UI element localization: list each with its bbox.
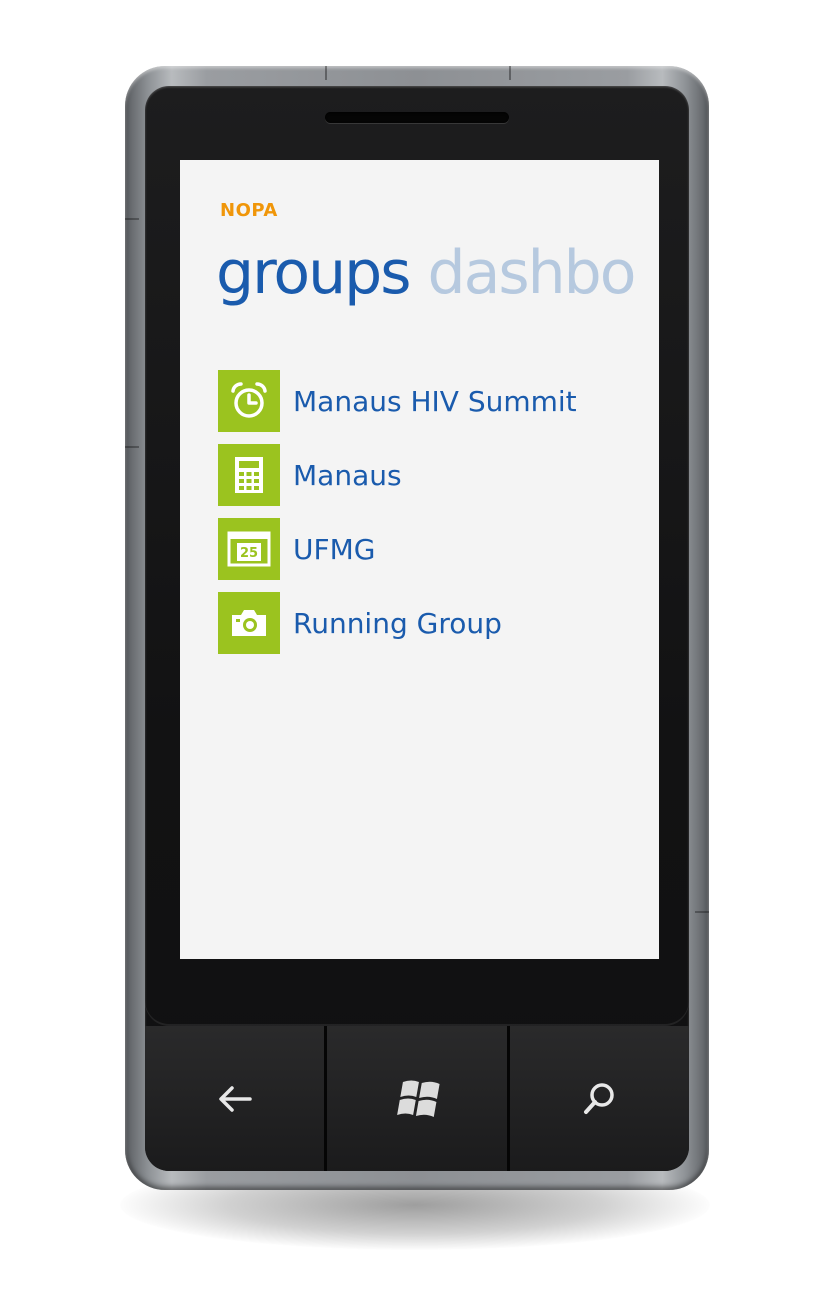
alarm-clock-icon [231,382,267,418]
side-button-seam [125,446,139,448]
bezel-seam [325,66,327,80]
calendar-icon: 25 [227,531,271,567]
app-title: NOPA [220,200,278,221]
group-item-manaus-hiv-summit[interactable]: Manaus HIV Summit [218,370,577,432]
back-button[interactable] [145,1026,324,1171]
search-icon [584,1082,615,1114]
group-item-manaus[interactable]: Manaus [218,444,577,506]
group-label: Manaus [293,458,402,492]
group-tile: 25 [218,518,280,580]
app-screen: NOPA groups dashbo Manaus HIV Summit Man… [180,160,659,959]
bezel-seam [509,66,511,80]
phone-device: NOPA groups dashbo Manaus HIV Summit Man… [125,66,709,1190]
search-button[interactable] [506,1026,689,1171]
group-tile [218,592,280,654]
group-tile [218,370,280,432]
earpiece-speaker [325,112,509,123]
group-tile [218,444,280,506]
group-label: Running Group [293,606,502,640]
pivot-item-groups[interactable]: groups [216,238,412,308]
group-item-ufmg[interactable]: 25 UFMG [218,518,577,580]
windows-logo-icon [397,1080,440,1117]
start-button[interactable] [324,1026,506,1171]
calculator-icon [235,457,263,493]
pivot-header: groups dashbo [216,238,637,308]
group-label: Manaus HIV Summit [293,384,577,418]
pivot-item-dashboard[interactable]: dashbo [428,238,637,308]
back-arrow-icon [218,1085,252,1112]
hardware-button-bar [145,1026,689,1171]
camera-icon [232,610,266,636]
group-label: UFMG [293,532,376,566]
group-list: Manaus HIV Summit Manaus 25 UFMG Running… [218,370,577,666]
stage: NOPA groups dashbo Manaus HIV Summit Man… [0,0,822,1306]
calendar-day: 25 [240,546,258,561]
phone-front: NOPA groups dashbo Manaus HIV Summit Man… [145,86,689,1171]
side-button-seam [695,911,709,913]
group-item-running-group[interactable]: Running Group [218,592,577,654]
side-button-seam [125,218,139,220]
